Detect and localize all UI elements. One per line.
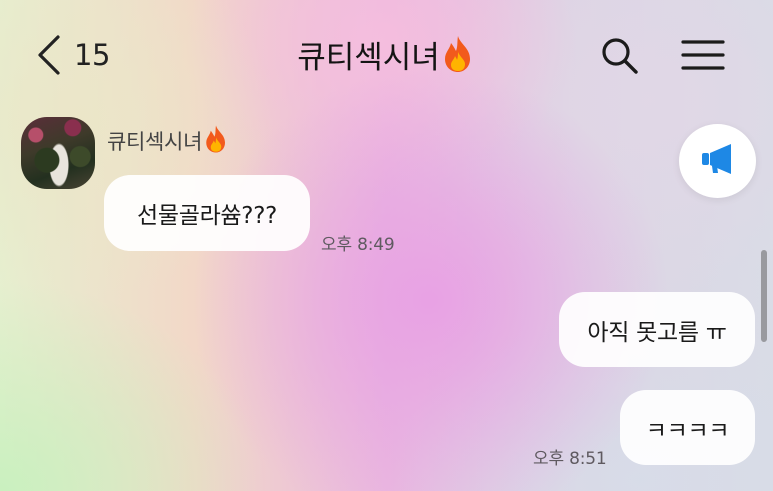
fire-icon — [202, 124, 230, 162]
hamburger-menu-icon — [681, 40, 725, 76]
unread-count: 15 — [74, 38, 110, 72]
sender-name: 큐티섹시녀 — [107, 124, 230, 154]
megaphone-icon — [698, 139, 738, 183]
avatar[interactable] — [21, 117, 95, 189]
fire-icon — [440, 34, 476, 86]
message-text: ㅋㅋㅋㅋ — [645, 417, 730, 444]
chat-title-text: 큐티섹시녀 — [297, 40, 440, 76]
message-timestamp: 오후 8:51 — [533, 449, 607, 469]
notice-button[interactable] — [679, 124, 756, 198]
message-bubble-outgoing[interactable]: ㅋㅋㅋㅋ — [620, 390, 755, 465]
search-button[interactable] — [600, 36, 640, 80]
message-text: 아직 못고름 ㅠ — [587, 319, 727, 346]
chevron-left-icon — [36, 34, 62, 76]
chat-header: 15 큐티섹시녀 — [0, 0, 773, 112]
message-text: 선물골라쓤??? — [136, 203, 278, 229]
message-timestamp: 오후 8:49 — [321, 235, 395, 255]
menu-button[interactable] — [681, 38, 725, 76]
scrollbar[interactable] — [761, 250, 767, 342]
chat-title: 큐티섹시녀 — [200, 34, 573, 78]
search-icon — [600, 38, 640, 80]
message-bubble-incoming[interactable]: 선물골라쓤??? — [104, 175, 310, 251]
back-button[interactable]: 15 — [36, 34, 110, 76]
message-bubble-outgoing[interactable]: 아직 못고름 ㅠ — [559, 292, 755, 367]
sender-name-text: 큐티섹시녀 — [107, 130, 203, 154]
